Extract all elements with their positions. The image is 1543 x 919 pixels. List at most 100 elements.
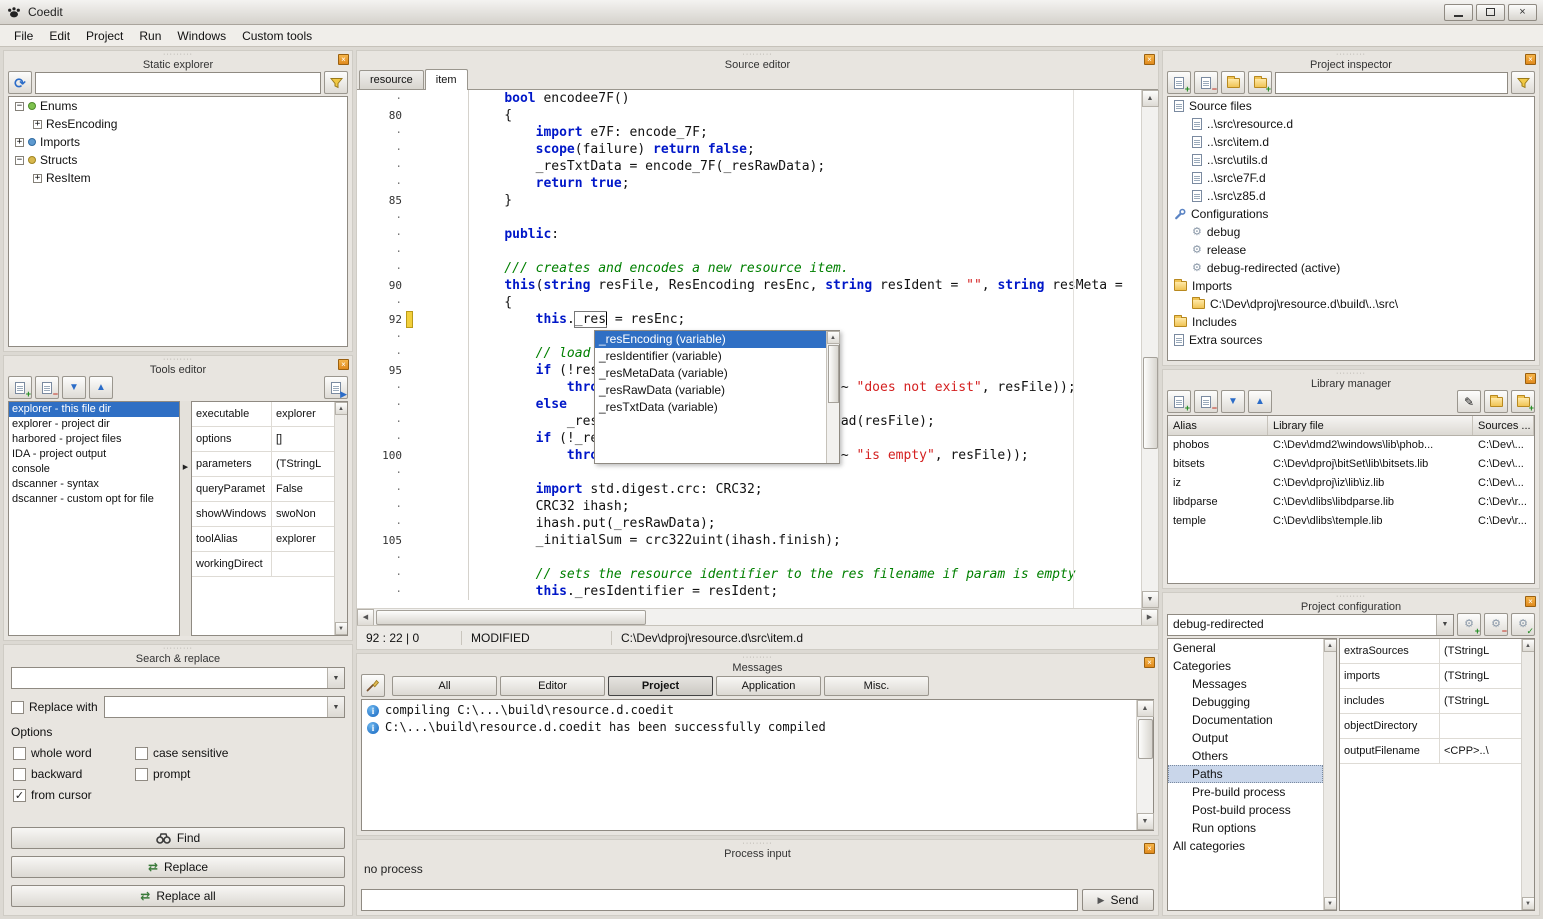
category-output[interactable]: Output — [1168, 729, 1323, 747]
tree-item[interactable]: +ResEncoding — [9, 115, 347, 133]
scroll-down-icon[interactable]: ▼ — [1142, 591, 1159, 608]
scroll-down-icon[interactable]: ▼ — [1324, 897, 1337, 910]
move-tool-down-button[interactable]: ▼ — [62, 376, 86, 399]
code-line[interactable]: · ihash.put(_resRawData); — [357, 515, 1141, 532]
tools-splitter[interactable]: ▶ — [180, 401, 191, 636]
move-library-up-button[interactable]: ▲ — [1248, 390, 1272, 413]
open-library-file-button[interactable] — [1484, 390, 1508, 413]
code-line[interactable]: · bool encodee7F() — [357, 90, 1141, 107]
scrollbar-thumb[interactable] — [828, 345, 839, 403]
code-line[interactable]: · public: — [357, 226, 1141, 243]
filter-button[interactable] — [324, 71, 348, 94]
maximize-button[interactable] — [1476, 4, 1505, 21]
tree-item[interactable]: Extra sources — [1168, 331, 1534, 349]
menu-windows[interactable]: Windows — [169, 26, 234, 46]
replace-all-button[interactable]: ⇄ Replace all — [11, 885, 345, 907]
edit-library-button[interactable]: ✎ — [1457, 390, 1481, 413]
scroll-up-icon[interactable]: ▲ — [1142, 90, 1159, 107]
property-row[interactable]: options[] — [192, 427, 334, 452]
expand-icon[interactable]: + — [33, 174, 42, 183]
filter-all[interactable]: All — [392, 676, 497, 696]
code-line[interactable]: · _resTxtData = encode_7F(_resRawData); — [357, 158, 1141, 175]
menu-custom-tools[interactable]: Custom tools — [234, 26, 320, 46]
code-line[interactable]: · return true; — [357, 175, 1141, 192]
checkbox-case-sensitive[interactable]: case sensitive — [135, 746, 345, 760]
tree-item[interactable]: ⚙release — [1168, 241, 1534, 259]
dropdown-icon[interactable]: ▼ — [327, 697, 344, 717]
close-panel-icon[interactable]: × — [1144, 657, 1155, 668]
execute-tool-button[interactable]: ▶ — [324, 376, 348, 399]
scroll-up-icon[interactable]: ▲ — [1137, 700, 1154, 717]
menu-run[interactable]: Run — [131, 26, 169, 46]
category-others[interactable]: Others — [1168, 747, 1323, 765]
table-row[interactable]: libdparseC:\Dev\dlibs\libdparse.libC:\De… — [1168, 493, 1534, 512]
clear-messages-button[interactable] — [361, 674, 385, 697]
scroll-up-icon[interactable]: ▲ — [335, 402, 348, 415]
collapse-icon[interactable]: − — [15, 102, 24, 111]
category-debugging[interactable]: Debugging — [1168, 693, 1323, 711]
tool-item[interactable]: harbored - project files — [9, 432, 179, 447]
scrollbar-thumb[interactable] — [376, 610, 646, 625]
close-panel-icon[interactable]: × — [1144, 843, 1155, 854]
category-messages[interactable]: Messages — [1168, 675, 1323, 693]
table-row[interactable]: phobosC:\Dev\dmd2\windows\lib\phob...C:\… — [1168, 436, 1534, 455]
property-value[interactable]: explorer — [272, 402, 334, 426]
add-folder-button[interactable]: + — [1248, 71, 1272, 94]
checkbox-from-cursor[interactable]: ✓from cursor — [13, 788, 131, 802]
filter-project[interactable]: Project — [608, 676, 713, 696]
code-line[interactable]: · // sets the resource identifier to the… — [357, 566, 1141, 583]
message-row[interactable]: iC:\...\build\resource.d.coedit has been… — [362, 719, 1136, 736]
minimize-button[interactable] — [1444, 4, 1473, 21]
filter-misc[interactable]: Misc. — [824, 676, 929, 696]
remove-configuration-button[interactable]: ⚙− — [1484, 613, 1508, 636]
collapse-icon[interactable]: − — [15, 156, 24, 165]
scroll-left-icon[interactable]: ◀ — [357, 609, 374, 626]
column-header-sources[interactable]: Sources ... — [1473, 416, 1534, 435]
code-line[interactable]: · scope(failure) return false; — [357, 141, 1141, 158]
tree-item[interactable]: ..\src\resource.d — [1168, 115, 1534, 133]
editor-vertical-scrollbar[interactable]: ▲ ▼ — [1141, 90, 1158, 608]
close-panel-icon[interactable]: × — [338, 54, 349, 65]
code-line[interactable]: · — [357, 243, 1141, 260]
property-row[interactable]: executableexplorer — [192, 402, 334, 427]
tool-item[interactable]: IDA - project output — [9, 447, 179, 462]
tool-item[interactable]: explorer - this file dir — [9, 402, 179, 417]
panel-grip[interactable]: ········· — [1163, 371, 1539, 376]
code-line[interactable]: · — [357, 549, 1141, 566]
remove-tool-button[interactable]: − — [35, 376, 59, 399]
property-value[interactable]: (TStringL — [1440, 639, 1521, 663]
code-line[interactable]: · import std.digest.crc: CRC32; — [357, 481, 1141, 498]
tree-item[interactable]: Source files — [1168, 97, 1534, 115]
expand-icon[interactable]: + — [15, 138, 24, 147]
tree-item[interactable]: −Enums — [9, 97, 347, 115]
column-header-alias[interactable]: Alias — [1168, 416, 1268, 435]
scrollbar-thumb[interactable] — [1143, 357, 1158, 449]
completion-item[interactable]: _resTxtData (variable) — [595, 399, 826, 416]
clone-configuration-button[interactable]: ⚙✓ — [1511, 613, 1535, 636]
find-button[interactable]: Find — [11, 827, 345, 849]
add-library-folder-button[interactable]: + — [1511, 390, 1535, 413]
panel-grip[interactable]: ········· — [1163, 594, 1539, 599]
tree-item[interactable]: +Imports — [9, 133, 347, 151]
configuration-selector[interactable]: debug-redirected ▼ — [1167, 614, 1454, 636]
close-panel-icon[interactable]: × — [1525, 373, 1536, 384]
move-tool-up-button[interactable]: ▲ — [89, 376, 113, 399]
tool-item[interactable]: dscanner - custom opt for file — [9, 492, 179, 507]
tree-item[interactable]: Imports — [1168, 277, 1534, 295]
property-value[interactable]: (TStringL — [1440, 664, 1521, 688]
menu-file[interactable]: File — [6, 26, 41, 46]
property-row[interactable]: outputFilename<CPP>..\ — [1340, 739, 1521, 764]
remove-library-button[interactable]: − — [1194, 390, 1218, 413]
tool-item[interactable]: dscanner - syntax — [9, 477, 179, 492]
property-row[interactable]: imports(TStringL — [1340, 664, 1521, 689]
code-line[interactable]: · this._resIdentifier = resIdent; — [357, 583, 1141, 600]
dropdown-icon[interactable]: ▼ — [1436, 615, 1453, 635]
category-paths[interactable]: Paths — [1168, 765, 1323, 783]
property-value[interactable]: explorer — [272, 527, 334, 551]
table-row[interactable]: templeC:\Dev\dlibs\temple.libC:\Dev\r... — [1168, 512, 1534, 531]
close-panel-icon[interactable]: × — [1525, 54, 1536, 65]
tool-item[interactable]: console — [9, 462, 179, 477]
scroll-right-icon[interactable]: ▶ — [1141, 609, 1158, 626]
search-term-combobox[interactable]: ▼ — [11, 667, 345, 689]
refresh-button[interactable]: ⟳ — [8, 71, 32, 94]
